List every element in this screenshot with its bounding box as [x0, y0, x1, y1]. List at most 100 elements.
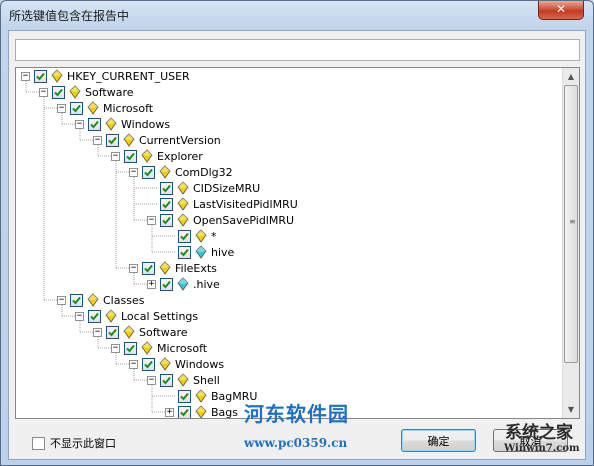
registry-key-icon [159, 357, 171, 371]
node-checkbox[interactable] [178, 405, 191, 418]
registry-value-icon [195, 245, 207, 259]
node-checkbox[interactable] [160, 277, 173, 291]
scroll-down-arrow-icon[interactable]: ▼ [563, 401, 579, 418]
tree-node[interactable]: + Bags [165, 404, 238, 418]
tree-node[interactable]: − Classes [57, 292, 144, 308]
registry-key-icon [195, 229, 207, 243]
collapse-icon[interactable]: − [129, 167, 138, 177]
node-label: Classes [103, 293, 145, 307]
node-checkbox[interactable] [34, 69, 47, 83]
tree-node[interactable]: − ComDlg32 [129, 164, 233, 180]
node-label: Windows [121, 117, 171, 131]
node-checkbox[interactable] [88, 117, 101, 131]
tree-node[interactable]: CIDSizeMRU [147, 180, 260, 196]
registry-key-icon [159, 165, 171, 179]
node-checkbox[interactable] [70, 101, 83, 115]
collapse-icon[interactable]: − [57, 295, 66, 305]
node-checkbox[interactable] [70, 293, 83, 307]
close-button[interactable]: ✕ [538, 1, 584, 20]
node-label: * [211, 229, 217, 243]
node-label: Local Settings [121, 309, 199, 323]
node-checkbox[interactable] [142, 165, 155, 179]
node-checkbox[interactable] [106, 325, 119, 339]
tree-node[interactable]: hive [165, 244, 234, 260]
hide-window-checkbox-box[interactable] [32, 436, 45, 450]
tree-node[interactable]: − Local Settings [75, 308, 198, 324]
expand-icon[interactable]: + [165, 407, 174, 417]
tree-node[interactable]: − CurrentVersion [93, 132, 221, 148]
tree-node[interactable]: + .hive [147, 276, 220, 292]
collapse-icon[interactable]: − [129, 359, 138, 369]
scroll-thumb[interactable]: ≡ [564, 85, 578, 363]
registry-key-icon [123, 325, 135, 339]
node-label: Microsoft [103, 101, 154, 115]
tree-node[interactable]: − Windows [75, 116, 170, 132]
registry-key-icon [177, 181, 189, 195]
node-label: OpenSavePidlMRU [193, 213, 295, 227]
registry-key-icon [123, 133, 135, 147]
node-checkbox[interactable] [124, 341, 137, 355]
node-checkbox[interactable] [160, 213, 173, 227]
node-checkbox[interactable] [160, 197, 173, 211]
tree-node[interactable]: − Software [93, 324, 188, 340]
node-label: CIDSizeMRU [193, 181, 261, 195]
node-label: hive [211, 245, 235, 259]
collapse-icon[interactable]: − [93, 327, 102, 337]
tree-node[interactable]: − Microsoft [111, 340, 207, 356]
collapse-icon[interactable]: − [57, 103, 66, 113]
registry-key-icon [141, 341, 153, 355]
expand-icon[interactable]: + [147, 279, 156, 289]
tree-node[interactable]: − FileExts [129, 260, 217, 276]
cancel-button[interactable]: 取消 [493, 429, 568, 452]
node-label: Microsoft [157, 341, 208, 355]
node-checkbox[interactable] [160, 373, 173, 387]
ok-button[interactable]: 确定 [401, 429, 476, 452]
collapse-icon[interactable]: − [129, 263, 138, 273]
collapse-icon[interactable]: − [93, 135, 102, 145]
node-label: ComDlg32 [175, 165, 233, 179]
tree-node[interactable]: * [165, 228, 217, 244]
node-checkbox[interactable] [52, 85, 65, 99]
registry-key-icon [51, 69, 63, 83]
node-checkbox[interactable] [142, 261, 155, 275]
registry-key-icon [159, 261, 171, 275]
node-label: LastVisitedPidlMRU [193, 197, 298, 211]
collapse-icon[interactable]: − [39, 87, 48, 97]
tree-node[interactable]: − Microsoft [57, 100, 153, 116]
tree-node[interactable]: − HKEY_CURRENT_USER [21, 68, 190, 84]
scroll-up-arrow-icon[interactable]: ▲ [563, 68, 579, 85]
collapse-icon[interactable]: − [147, 215, 156, 225]
tree-node[interactable]: BagMRU [165, 388, 257, 404]
collapse-icon[interactable]: − [111, 343, 120, 353]
collapse-icon[interactable]: − [147, 375, 156, 385]
node-checkbox[interactable] [178, 245, 191, 259]
registry-value-icon [177, 277, 189, 291]
node-checkbox[interactable] [178, 389, 191, 403]
close-icon: ✕ [555, 2, 567, 16]
node-label: Explorer [157, 149, 203, 163]
node-checkbox[interactable] [178, 229, 191, 243]
registry-key-icon [177, 197, 189, 211]
node-checkbox[interactable] [124, 149, 137, 163]
collapse-icon[interactable]: − [75, 119, 84, 129]
collapse-icon[interactable]: − [111, 151, 120, 161]
node-checkbox[interactable] [88, 309, 101, 323]
tree-node[interactable]: − Windows [129, 356, 224, 372]
hide-window-checkbox-label: 不显示此窗口 [50, 437, 116, 450]
tree-node[interactable]: − Shell [147, 372, 220, 388]
tree-node[interactable]: − Software [39, 84, 134, 100]
collapse-icon[interactable]: − [21, 71, 30, 81]
vertical-scrollbar[interactable]: ▲ ≡ ▼ [562, 68, 579, 418]
node-checkbox[interactable] [142, 357, 155, 371]
tree-node[interactable]: LastVisitedPidlMRU [147, 196, 298, 212]
hide-window-checkbox[interactable]: 不显示此窗口 [32, 435, 116, 451]
tree-node[interactable]: − Explorer [111, 148, 203, 164]
collapse-icon[interactable]: − [75, 311, 84, 321]
node-checkbox[interactable] [106, 133, 119, 147]
filter-input[interactable] [15, 39, 580, 61]
title-bar[interactable]: 所选键值包含在报告中 ✕ [1, 1, 593, 29]
node-checkbox[interactable] [160, 181, 173, 195]
tree-node[interactable]: − OpenSavePidlMRU [147, 212, 294, 228]
